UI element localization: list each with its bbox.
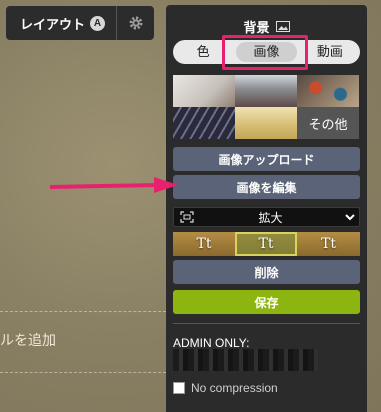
highlight-annotation: [222, 35, 308, 70]
image-icon: [275, 21, 290, 32]
thumb-architecture-lines[interactable]: [173, 107, 235, 139]
font-option-2[interactable]: Tt: [235, 232, 297, 256]
layout-label: レイアウト: [20, 16, 86, 32]
font-option-3[interactable]: Tt: [297, 232, 360, 256]
panel-title-label: 背景: [243, 20, 270, 35]
no-compression-option[interactable]: No compression: [173, 381, 278, 395]
upload-image-button[interactable]: 画像アップロード: [173, 147, 360, 171]
font-style-options: Tt Tt Tt: [173, 232, 360, 256]
tab-video[interactable]: 動画: [300, 40, 360, 64]
layout-badge: A: [90, 15, 106, 31]
delete-button[interactable]: 削除: [173, 260, 360, 284]
image-thumbnail-grid: その他: [173, 75, 359, 139]
font-option-1[interactable]: Tt: [173, 232, 235, 256]
edit-image-button[interactable]: 画像を編集: [173, 175, 360, 199]
background-panel: 背景 色 画像 動画 その他 画像アップロード 画像を編集 拡大 Tt Tt T…: [166, 5, 367, 412]
arrow-annotation-icon: [50, 177, 178, 193]
scale-select-value: 拡大: [258, 210, 283, 225]
panel-divider: [173, 323, 360, 324]
settings-button[interactable]: [117, 6, 154, 40]
image-scale-select[interactable]: 拡大: [173, 207, 360, 227]
gear-icon: [129, 16, 142, 30]
admin-redacted-field: [173, 349, 318, 371]
more-images-button[interactable]: その他: [297, 107, 359, 139]
admin-only-label: ADMIN ONLY:: [173, 336, 250, 350]
panel-title: 背景: [166, 17, 367, 36]
chevron-down-icon: [341, 213, 359, 221]
add-text-link[interactable]: ルを追加: [0, 330, 56, 350]
layout-button[interactable]: レイアウト A: [6, 6, 116, 40]
section-divider-top: [0, 311, 166, 312]
thumb-street-buildings[interactable]: [235, 75, 297, 107]
section-divider-bottom: [0, 372, 166, 373]
top-toolbar: レイアウト A: [6, 6, 154, 40]
thumb-white-interior[interactable]: [173, 75, 235, 107]
no-compression-checkbox[interactable]: [173, 382, 185, 394]
fit-icon: [174, 211, 200, 223]
save-button[interactable]: 保存: [173, 290, 360, 314]
thumb-paint-cans[interactable]: [297, 75, 359, 107]
thumb-wheat-field[interactable]: [235, 107, 297, 139]
no-compression-label: No compression: [191, 381, 278, 395]
